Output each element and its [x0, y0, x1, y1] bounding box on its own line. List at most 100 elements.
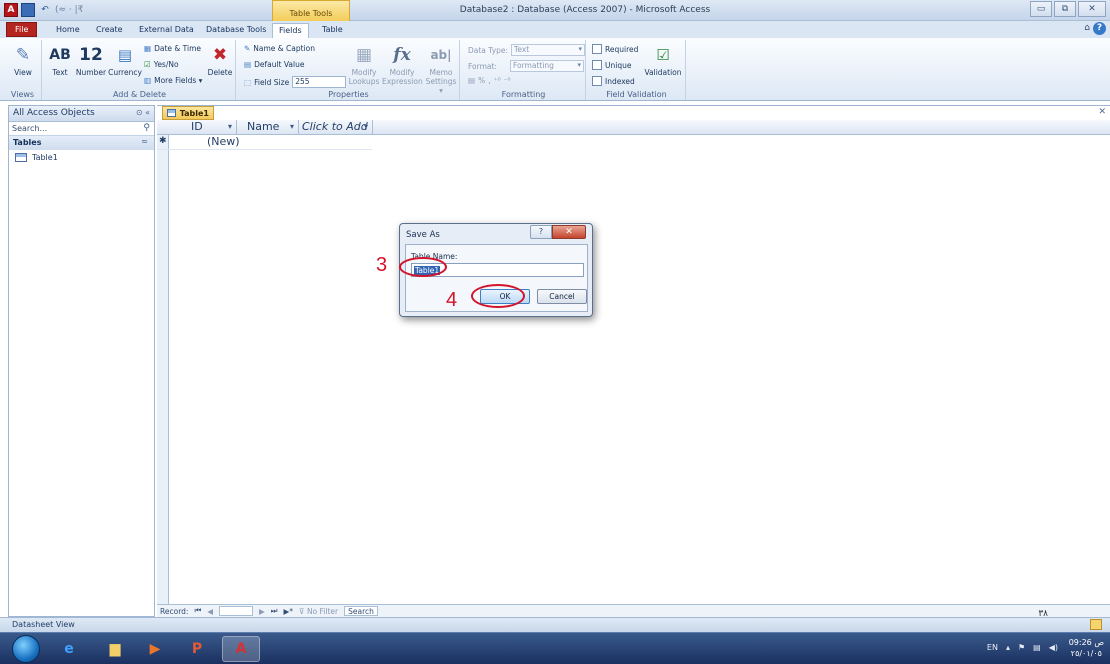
help-icon[interactable]: ?: [1093, 22, 1106, 35]
status-text: Datasheet View: [12, 620, 75, 629]
internet-explorer-icon[interactable]: e: [50, 636, 88, 662]
next-record-icon[interactable]: ▶: [259, 607, 265, 616]
minimize-ribbon-icon[interactable]: ⌂: [1084, 23, 1090, 33]
column-header-click-to-add[interactable]: Click to Add ▾: [299, 120, 373, 135]
chevron-up-icon[interactable]: ≈: [141, 137, 148, 146]
indexed-box[interactable]: [592, 76, 602, 86]
search-icon[interactable]: ⚲: [143, 123, 150, 133]
number-field-button[interactable]: 12 Number: [74, 42, 108, 77]
modify-expression-label-2: Expression: [382, 77, 423, 86]
nav-item-table1[interactable]: Table1: [9, 150, 154, 165]
modify-lookups-icon: ▦: [355, 45, 373, 65]
number-format-buttons: ▤ % , ⁺⁰ ⁻⁰: [468, 76, 511, 85]
format-dropdown[interactable]: Formatting: [509, 60, 584, 72]
tab-home[interactable]: Home: [50, 23, 86, 38]
last-record-icon[interactable]: ⏭: [271, 606, 278, 616]
close-document-icon[interactable]: ✕: [1098, 107, 1106, 117]
new-record-row[interactable]: ✱ (New): [157, 135, 372, 150]
no-filter-button[interactable]: ⊽ No Filter: [299, 607, 338, 616]
column-header-name[interactable]: Name ▾: [237, 120, 299, 135]
currency-field-button[interactable]: ▤ Currency: [108, 42, 142, 77]
required-box[interactable]: [592, 44, 602, 54]
percent-icon[interactable]: %: [478, 76, 485, 85]
tab-table[interactable]: Table: [316, 23, 349, 38]
name-caption-button[interactable]: ✎ Name & Caption: [244, 44, 315, 53]
tab-file[interactable]: File: [6, 22, 38, 37]
start-button[interactable]: [12, 635, 40, 663]
comma-icon[interactable]: ,: [488, 76, 490, 85]
nav-group-tables[interactable]: Tables ≈: [9, 136, 154, 150]
indexed-checkbox[interactable]: Indexed: [592, 76, 635, 86]
dialog-title-buttons: ? ✕: [530, 225, 586, 239]
first-record-icon[interactable]: ⏮: [194, 606, 201, 616]
restore-button[interactable]: ⧉: [1054, 1, 1076, 17]
clock[interactable]: 09:26 ص ٢٥/٠١/٠٥: [1069, 637, 1104, 659]
minimize-button[interactable]: ▭: [1030, 1, 1052, 17]
close-window-button[interactable]: ✕: [1078, 1, 1106, 17]
file-explorer-icon[interactable]: ▆: [96, 636, 134, 662]
sort-dropdown-icon[interactable]: ▾: [290, 120, 294, 134]
add-delete-group-label: Add & Delete: [112, 90, 167, 99]
required-checkbox[interactable]: Required: [592, 44, 638, 54]
delete-field-button[interactable]: ✖ Delete: [206, 42, 234, 77]
volume-icon[interactable]: ◀): [1049, 643, 1058, 652]
dialog-help-button[interactable]: ?: [530, 225, 552, 239]
sort-dropdown-icon[interactable]: ▾: [228, 120, 232, 134]
media-player-icon[interactable]: ▶: [136, 636, 174, 662]
increase-decimals-icon[interactable]: ⁺⁰: [494, 76, 501, 85]
tab-fields[interactable]: Fields: [272, 23, 309, 38]
document-tab-table1[interactable]: Table1: [162, 106, 214, 120]
nav-header[interactable]: All Access Objects ⊙ «: [9, 106, 154, 122]
flag-icon[interactable]: ⚑: [1018, 643, 1025, 652]
format-label: Format:: [468, 61, 497, 71]
currency-format-icon[interactable]: ▤: [468, 76, 475, 85]
tray-arrow-icon[interactable]: ▴: [1006, 643, 1010, 652]
field-size-input[interactable]: 255: [292, 76, 347, 88]
window-controls: ▭ ⧉ ✕: [1030, 1, 1106, 17]
unique-checkbox[interactable]: Unique: [592, 60, 631, 70]
record-number-input[interactable]: [218, 606, 253, 616]
nav-header-title: All Access Objects: [13, 108, 95, 118]
nav-search-input[interactable]: Search... ⚲: [9, 122, 154, 136]
cancel-button[interactable]: Cancel: [537, 289, 587, 304]
previous-record-icon[interactable]: ◀: [207, 607, 213, 616]
unique-box[interactable]: [592, 60, 602, 70]
record-search-input[interactable]: Search: [344, 606, 378, 616]
decrease-decimals-icon[interactable]: ⁻⁰: [504, 76, 511, 85]
view-button[interactable]: ✎ View: [8, 42, 38, 77]
new-record-icon[interactable]: ▶*: [284, 607, 294, 616]
sort-dropdown-icon[interactable]: ▾: [364, 120, 368, 134]
tab-database-tools[interactable]: Database Tools: [200, 23, 272, 38]
dialog-close-button[interactable]: ✕: [552, 225, 586, 239]
network-icon[interactable]: ▤: [1033, 643, 1041, 652]
datasheet-view-icon[interactable]: [1090, 619, 1102, 630]
access-taskbar-icon[interactable]: A: [222, 636, 260, 662]
nav-collapse-icon[interactable]: ⊙ «: [136, 108, 150, 117]
default-value-button[interactable]: ▤ Default Value: [244, 60, 304, 69]
modify-expression-button[interactable]: fx Modify Expression: [382, 42, 423, 86]
language-indicator[interactable]: EN: [987, 643, 998, 652]
yes-no-button[interactable]: ☑ Yes/No: [144, 60, 179, 69]
column-header-id[interactable]: ID ▾: [169, 120, 237, 135]
annotation-ellipse-ok: [471, 284, 525, 308]
date-time-button[interactable]: ▦ Date & Time: [144, 44, 201, 53]
datasheet-grid: ID ▾ Name ▾ Click to Add ▾ ✱ (New): [157, 120, 1110, 608]
modify-lookups-label-2: Lookups: [348, 77, 380, 86]
data-type-dropdown[interactable]: Text: [511, 44, 586, 56]
memo-settings-button[interactable]: ab| Memo Settings ▾: [424, 42, 458, 95]
formatting-group-label: Formatting: [501, 90, 546, 99]
validation-button[interactable]: ☑ Validation: [642, 42, 684, 77]
tab-create[interactable]: Create: [90, 23, 129, 38]
memo-settings-label-1: Memo: [429, 68, 453, 77]
modify-expression-label-1: Modify: [389, 68, 415, 77]
view-icon: ✎: [15, 45, 31, 65]
modify-lookups-button[interactable]: ▦ Modify Lookups: [348, 42, 380, 86]
checkbox-icon: ☑: [144, 60, 151, 69]
function-fx-icon: fx: [393, 45, 411, 65]
row-selector-column[interactable]: [157, 120, 169, 608]
more-fields-button[interactable]: ▥ More Fields ▾: [144, 76, 202, 85]
text-field-button[interactable]: AB Text: [48, 42, 72, 77]
powerpoint-icon[interactable]: P: [178, 636, 216, 662]
tab-external-data[interactable]: External Data: [133, 23, 200, 38]
field-validation-group-label: Field Validation: [606, 90, 667, 99]
